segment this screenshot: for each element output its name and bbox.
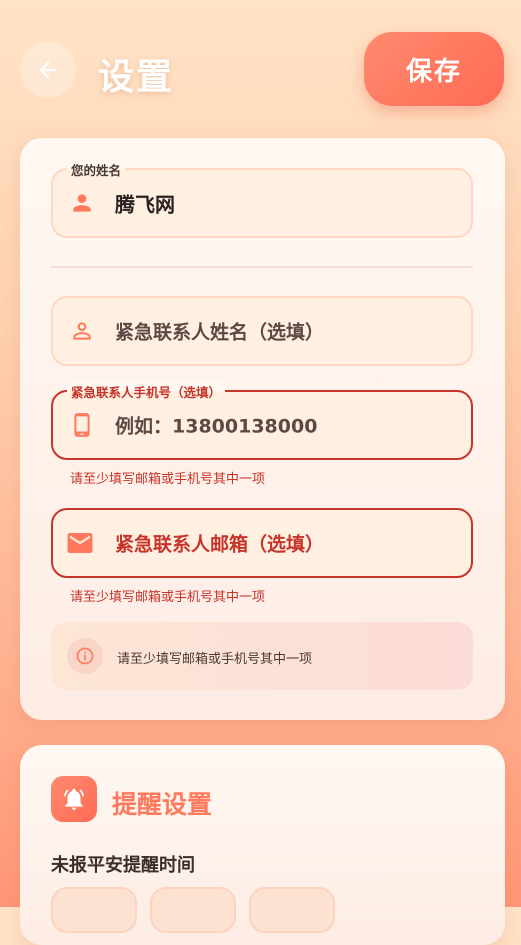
divider <box>51 266 473 268</box>
time-option[interactable] <box>150 887 236 933</box>
header: 设置 保存 <box>0 32 521 112</box>
person-icon <box>73 194 91 212</box>
contact-phone-error: 请至少填写邮箱或手机号其中一项 <box>70 472 266 487</box>
reminder-title: 提醒设置 <box>112 790 213 819</box>
save-button[interactable]: 保存 <box>364 32 504 106</box>
name-value: 腾飞网 <box>115 192 175 217</box>
mail-icon <box>67 533 93 553</box>
name-field-label: 您的姓名 <box>67 160 126 179</box>
reminder-subtitle: 未报平安提醒时间 <box>51 855 195 876</box>
contact-phone-field[interactable]: 紧急联系人手机号（选填） 例如：13800138000 <box>51 382 473 460</box>
time-option[interactable] <box>249 887 335 933</box>
contact-settings-card: 您的姓名 腾飞网 紧急联系人姓名（选填） 紧急联系人手机号（选填） 例如：138… <box>20 138 505 720</box>
time-option[interactable] <box>51 887 137 933</box>
smartphone-icon <box>74 413 90 437</box>
contact-email-field[interactable]: 紧急联系人邮箱（选填） <box>51 508 473 578</box>
page-title: 设置 <box>98 57 175 98</box>
person-outline-icon <box>73 322 91 340</box>
info-notice: 请至少填写邮箱或手机号其中一项 <box>51 622 473 690</box>
reminder-settings-card: 提醒设置 未报平安提醒时间 <box>20 745 505 945</box>
contact-name-placeholder: 紧急联系人姓名（选填） <box>115 321 325 344</box>
info-text: 请至少填写邮箱或手机号其中一项 <box>117 652 313 667</box>
name-field[interactable]: 您的姓名 腾飞网 <box>51 160 473 238</box>
bell-icon <box>63 788 85 810</box>
arrow-left-icon <box>39 61 57 79</box>
contact-email-error: 请至少填写邮箱或手机号其中一项 <box>70 590 266 605</box>
contact-email-placeholder: 紧急联系人邮箱（选填） <box>115 533 325 556</box>
info-icon-badge <box>67 638 103 674</box>
contact-name-field[interactable]: 紧急联系人姓名（选填） <box>51 296 473 366</box>
contact-phone-label: 紧急联系人手机号（选填） <box>67 382 226 401</box>
status-bar <box>0 0 521 8</box>
back-button[interactable] <box>20 42 76 98</box>
contact-phone-placeholder: 例如：13800138000 <box>115 415 318 438</box>
bell-icon-badge <box>51 776 97 822</box>
info-icon <box>76 647 94 665</box>
